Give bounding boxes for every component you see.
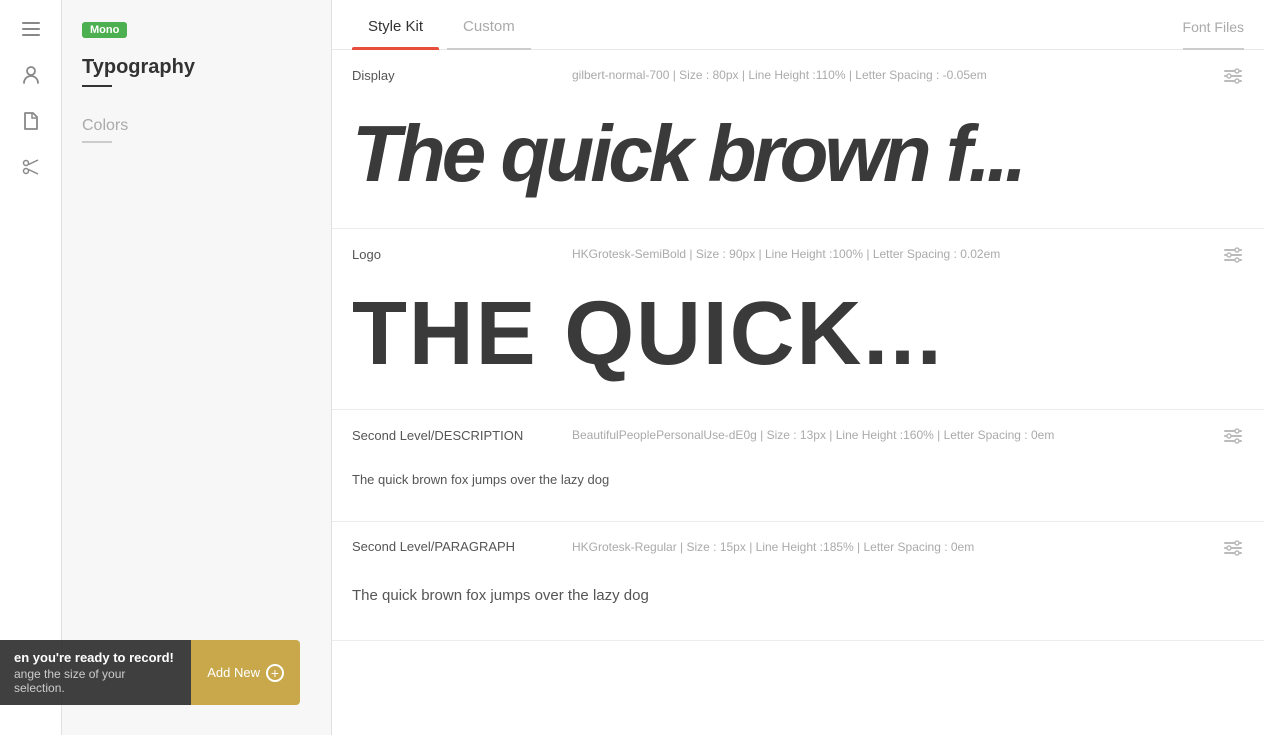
typo-item-display: Display gilbert-normal-700 | Size : 80px…	[332, 50, 1264, 229]
typo-preview-description-text: The quick brown fox jumps over the lazy …	[352, 470, 1244, 491]
typo-preview-display: The quick brown f...	[332, 100, 1264, 228]
toast-title: en you're ready to record!	[14, 650, 177, 665]
tab-custom[interactable]: Custom	[447, 0, 531, 49]
typography-title[interactable]: Typography	[82, 56, 311, 79]
colors-title[interactable]: Colors	[82, 117, 311, 135]
typo-label-paragraph: Second Level/PARAGRAPH	[352, 539, 572, 554]
typo-header-description: Second Level/DESCRIPTION BeautifulPeople…	[332, 410, 1264, 460]
icon-sidebar	[0, 0, 62, 735]
typo-preview-logo: THE QUICK...	[332, 279, 1264, 409]
user-icon[interactable]	[12, 56, 50, 94]
typo-meta-description: BeautifulPeoplePersonalUse-dE0g | Size :…	[572, 428, 1222, 442]
typo-preview-description: The quick brown fox jumps over the lazy …	[332, 460, 1264, 521]
typo-meta-logo: HKGrotesk-SemiBold | Size : 90px | Line …	[572, 247, 1222, 261]
toast-message: en you're ready to record! ange the size…	[0, 640, 191, 705]
typo-label-description: Second Level/DESCRIPTION	[352, 428, 572, 443]
typography-list: Display gilbert-normal-700 | Size : 80px…	[332, 50, 1264, 735]
left-panel: Mono Typography Colors	[62, 0, 332, 735]
typo-item-logo: Logo HKGrotesk-SemiBold | Size : 90px | …	[332, 229, 1264, 410]
typo-item-description: Second Level/DESCRIPTION BeautifulPeople…	[332, 410, 1264, 522]
typo-meta-paragraph: HKGrotesk-Regular | Size : 15px | Line H…	[572, 540, 1222, 554]
menu-icon[interactable]	[12, 10, 50, 48]
typo-preview-logo-text: THE QUICK...	[352, 289, 1244, 379]
main-content: Style Kit Custom Font Files Display gilb…	[332, 0, 1264, 735]
typography-divider	[82, 85, 112, 87]
typo-settings-icon-description[interactable]	[1222, 424, 1244, 446]
tab-font-files[interactable]: Font Files	[1183, 1, 1244, 49]
typo-meta-display: gilbert-normal-700 | Size : 80px | Line …	[572, 68, 1222, 82]
tab-style-kit[interactable]: Style Kit	[352, 0, 439, 49]
add-new-button[interactable]: Add New +	[191, 640, 300, 705]
toast-overlay: en you're ready to record! ange the size…	[0, 640, 300, 705]
typo-header-logo: Logo HKGrotesk-SemiBold | Size : 90px | …	[332, 229, 1264, 279]
typo-preview-display-text: The quick brown f...	[352, 110, 1244, 198]
file-icon[interactable]	[12, 102, 50, 140]
typo-preview-paragraph: The quick brown fox jumps over the lazy …	[332, 572, 1264, 640]
tabs-bar: Style Kit Custom Font Files	[332, 0, 1264, 50]
scissors-icon[interactable]	[12, 148, 50, 186]
mono-badge: Mono	[82, 22, 127, 38]
typo-preview-paragraph-text: The quick brown fox jumps over the lazy …	[352, 582, 1244, 610]
typo-settings-icon-display[interactable]	[1222, 64, 1244, 86]
add-icon: +	[266, 664, 284, 682]
typo-settings-icon-paragraph[interactable]	[1222, 536, 1244, 558]
typo-header-display: Display gilbert-normal-700 | Size : 80px…	[332, 50, 1264, 100]
typo-label-logo: Logo	[352, 247, 572, 262]
add-new-label: Add New	[207, 665, 260, 680]
typo-label-display: Display	[352, 68, 572, 83]
toast-subtitle: ange the size of your selection.	[14, 667, 177, 695]
typo-item-paragraph: Second Level/PARAGRAPH HKGrotesk-Regular…	[332, 522, 1264, 641]
typo-settings-icon-logo[interactable]	[1222, 243, 1244, 265]
colors-divider	[82, 141, 112, 143]
typo-header-paragraph: Second Level/PARAGRAPH HKGrotesk-Regular…	[332, 522, 1264, 572]
